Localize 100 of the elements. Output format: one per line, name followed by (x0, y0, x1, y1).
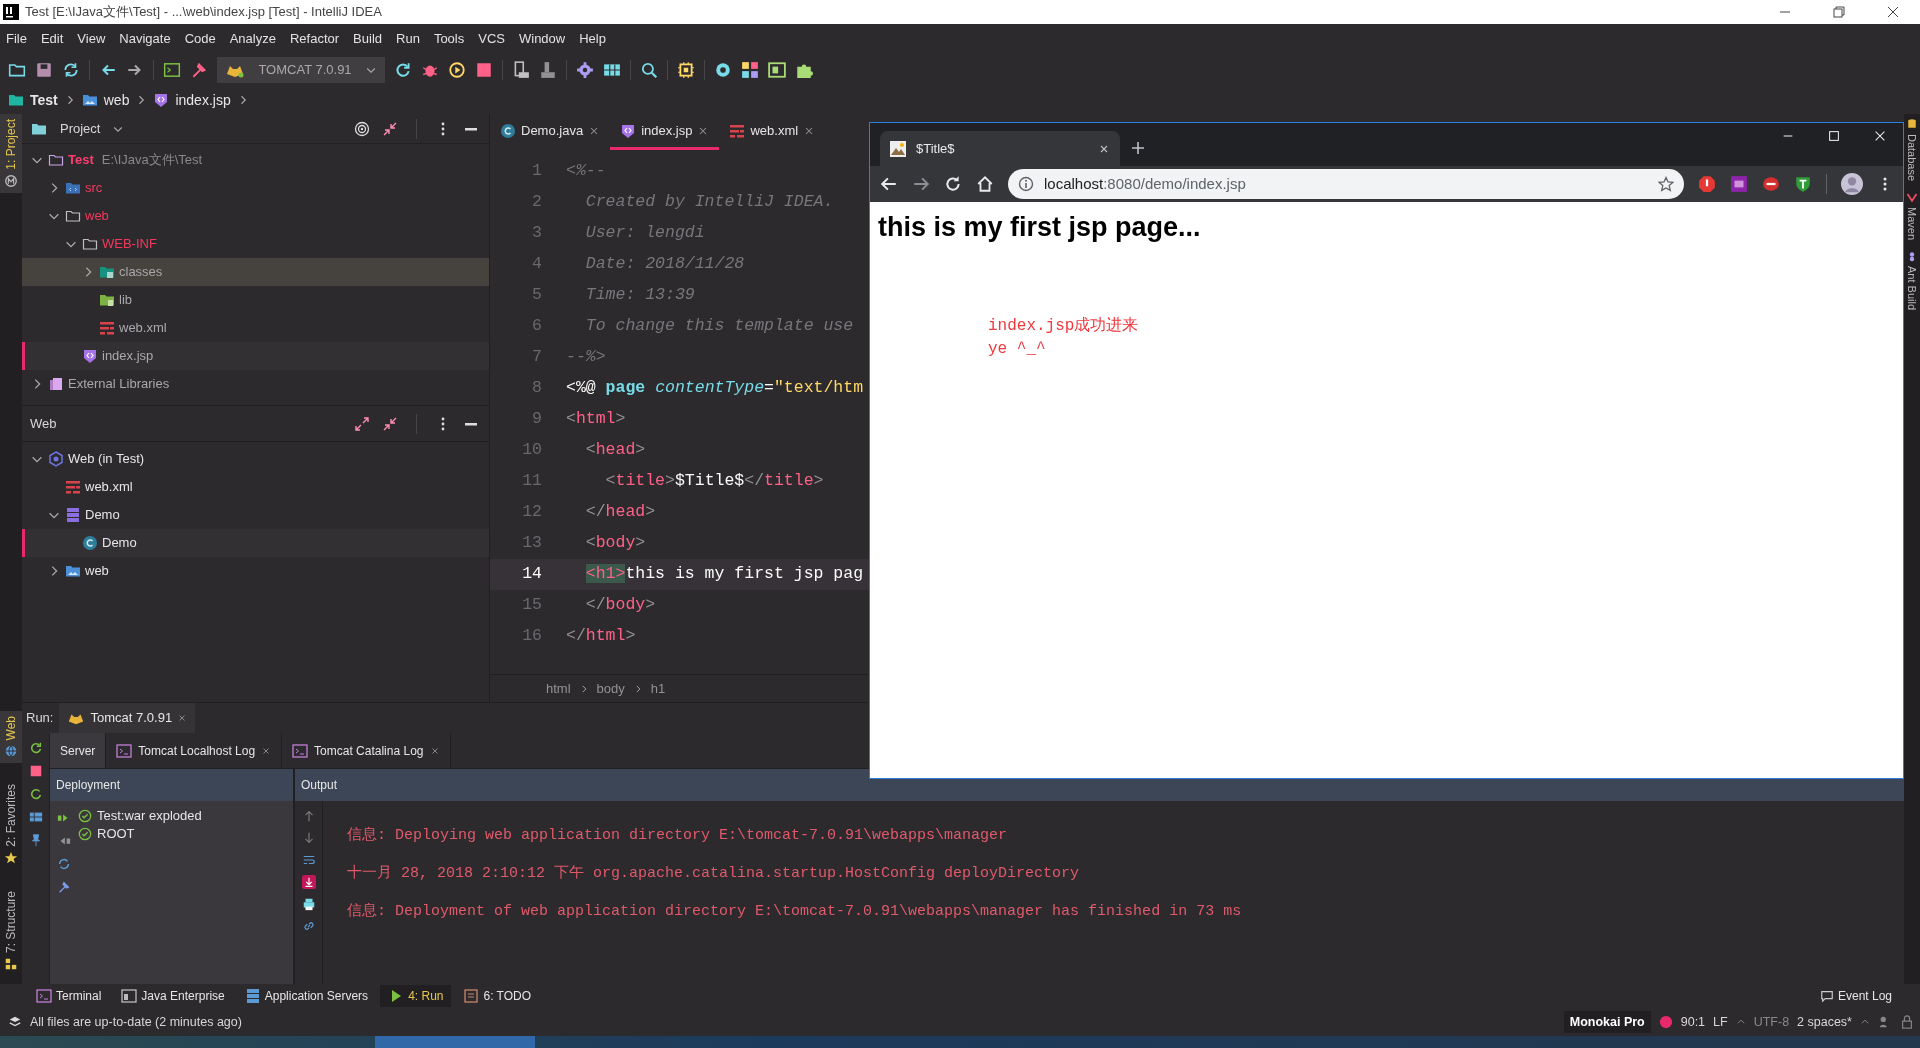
tree-item-label[interactable]: classes (119, 262, 163, 282)
target-icon[interactable] (714, 61, 732, 79)
tool-tab[interactable]: 4: Run (380, 985, 452, 1007)
stop-sign-icon[interactable] (1698, 175, 1716, 193)
refresh-icon[interactable] (28, 787, 43, 801)
search-icon[interactable] (640, 61, 658, 79)
tree-row[interactable]: classes (22, 258, 489, 286)
run-subtab[interactable]: Server (50, 733, 107, 768)
run-subtab[interactable]: Tomcat Catalina Log (282, 733, 451, 768)
line-separator[interactable]: LF (1713, 1012, 1728, 1032)
tree-item-label[interactable]: Demo (102, 533, 137, 553)
breadcrumb-item[interactable]: html (546, 678, 571, 699)
run-tab[interactable]: Tomcat 7.0.91 (59, 703, 196, 733)
expand-icon[interactable] (354, 415, 370, 432)
menu-item[interactable]: Help (579, 29, 606, 49)
editor-tab[interactable]: Demo.java (490, 114, 611, 150)
indent-setting[interactable]: 2 spaces* (1797, 1012, 1852, 1032)
coverage-icon[interactable] (448, 61, 466, 79)
wrap-icon[interactable] (301, 853, 316, 867)
tree-row[interactable]: Demo (22, 529, 489, 557)
browser-tab[interactable]: $Title$ (880, 131, 1120, 166)
event-log-button[interactable]: Event Log (1811, 985, 1900, 1007)
star-icon[interactable] (1658, 176, 1674, 192)
layout-icon[interactable] (28, 810, 43, 824)
tree-item-label[interactable]: web (85, 206, 109, 226)
home-icon[interactable] (976, 175, 994, 193)
tree-item-label[interactable]: lib (119, 290, 132, 310)
menu-item[interactable]: Analyze (229, 29, 276, 49)
deployment-item[interactable]: ROOT (97, 824, 135, 844)
avatar-icon[interactable] (1841, 173, 1863, 195)
link-icon[interactable] (301, 919, 316, 933)
restore-icon[interactable] (1831, 4, 1847, 20)
close-icon[interactable] (1885, 4, 1901, 20)
tree-item-label[interactable]: web.xml (119, 318, 167, 338)
panel-title[interactable]: Web (30, 413, 57, 434)
collapse-icon[interactable] (382, 120, 398, 137)
deploy-icon[interactable] (539, 61, 557, 79)
tool-tab[interactable]: 6: TODO (455, 985, 540, 1007)
menu-item[interactable]: VCS (478, 29, 505, 49)
settings-icon[interactable] (576, 61, 594, 79)
tree-row[interactable]: index.jsp (22, 342, 489, 370)
hammer-icon[interactable] (57, 880, 71, 894)
new-tab-icon[interactable] (1130, 140, 1146, 156)
print-icon[interactable] (301, 897, 316, 911)
menu-item[interactable]: Refactor (289, 29, 340, 49)
lock-icon[interactable] (1900, 1015, 1914, 1029)
breadcrumb-item[interactable]: index.jsp (175, 89, 231, 111)
tool-window-tab[interactable]: Ant Build (1903, 266, 1920, 311)
tool-window-tab[interactable]: Maven (1903, 207, 1920, 241)
window-icon[interactable] (768, 61, 786, 79)
tree-item-label[interactable]: Web (in Test) (68, 449, 145, 469)
breadcrumb-item[interactable]: h1 (650, 678, 666, 699)
chip-icon[interactable] (677, 61, 695, 79)
tool-window-tab[interactable]: 7: Structure (0, 885, 22, 976)
tool-tab[interactable]: Java Enterprise (113, 985, 233, 1007)
tool-window-tab[interactable]: Web (0, 710, 22, 764)
grid-icon[interactable] (603, 61, 621, 79)
tool-window-tab[interactable]: 1: Project (0, 114, 22, 193)
sync-icon[interactable] (62, 61, 80, 79)
build-icon[interactable] (512, 61, 530, 79)
tree-item-label[interactable]: web.xml (85, 477, 133, 497)
locate-icon[interactable] (354, 120, 370, 137)
panel-title[interactable]: Project (60, 118, 101, 139)
rerun-icon[interactable] (394, 61, 412, 79)
rerun-icon[interactable] (28, 741, 43, 755)
collapse-icon[interactable] (382, 415, 398, 432)
tree-item-label[interactable]: WEB-INF (102, 234, 157, 254)
stop-icon[interactable] (475, 61, 493, 79)
menu-item[interactable]: View (77, 29, 106, 49)
run-configuration-dropdown[interactable]: TOMCAT 7.0.91 (217, 57, 385, 83)
breadcrumb-item[interactable]: Test (30, 89, 58, 111)
menu-item[interactable]: Code (184, 29, 216, 49)
menu-item[interactable]: Window (518, 29, 566, 49)
back-arrow-icon[interactable] (880, 175, 898, 193)
cursor-position[interactable]: 90:1 (1680, 1012, 1706, 1032)
maximize-icon[interactable] (1827, 129, 1841, 143)
tree-item-label[interactable]: index.jsp (102, 346, 154, 366)
sync-icon[interactable] (57, 857, 71, 871)
shield-icon[interactable] (1794, 175, 1812, 193)
forward-arrow-icon[interactable] (912, 175, 930, 193)
blocks-icon[interactable] (741, 61, 759, 79)
close-icon[interactable] (1873, 129, 1887, 143)
theme-name[interactable]: Monokai Pro (1563, 1010, 1651, 1034)
breadcrumb-item[interactable]: web (103, 89, 130, 111)
tree-item-label[interactable]: web (85, 561, 109, 581)
save-icon[interactable] (35, 61, 53, 79)
tree-item-label[interactable]: src (85, 178, 103, 198)
editor-tab[interactable]: web.xml (719, 114, 826, 150)
menu-item[interactable]: Tools (433, 29, 465, 49)
tool-window-tab[interactable]: 2: Favorites (0, 779, 22, 870)
maven-icon[interactable] (1906, 191, 1918, 204)
stop-icon[interactable] (28, 764, 43, 778)
database-icon[interactable] (1906, 118, 1918, 130)
tree-item-label[interactable]: Test (68, 150, 94, 170)
ad-block-icon[interactable] (1730, 175, 1748, 193)
run-subtab[interactable]: Tomcat Localhost Log (106, 733, 283, 768)
hammer-icon[interactable] (190, 61, 208, 79)
tool-tab[interactable]: Terminal (28, 985, 110, 1007)
tool-window-tab[interactable]: Database (1903, 134, 1920, 182)
address-bar[interactable]: localhost:8080/demo/index.jsp (1008, 169, 1684, 199)
